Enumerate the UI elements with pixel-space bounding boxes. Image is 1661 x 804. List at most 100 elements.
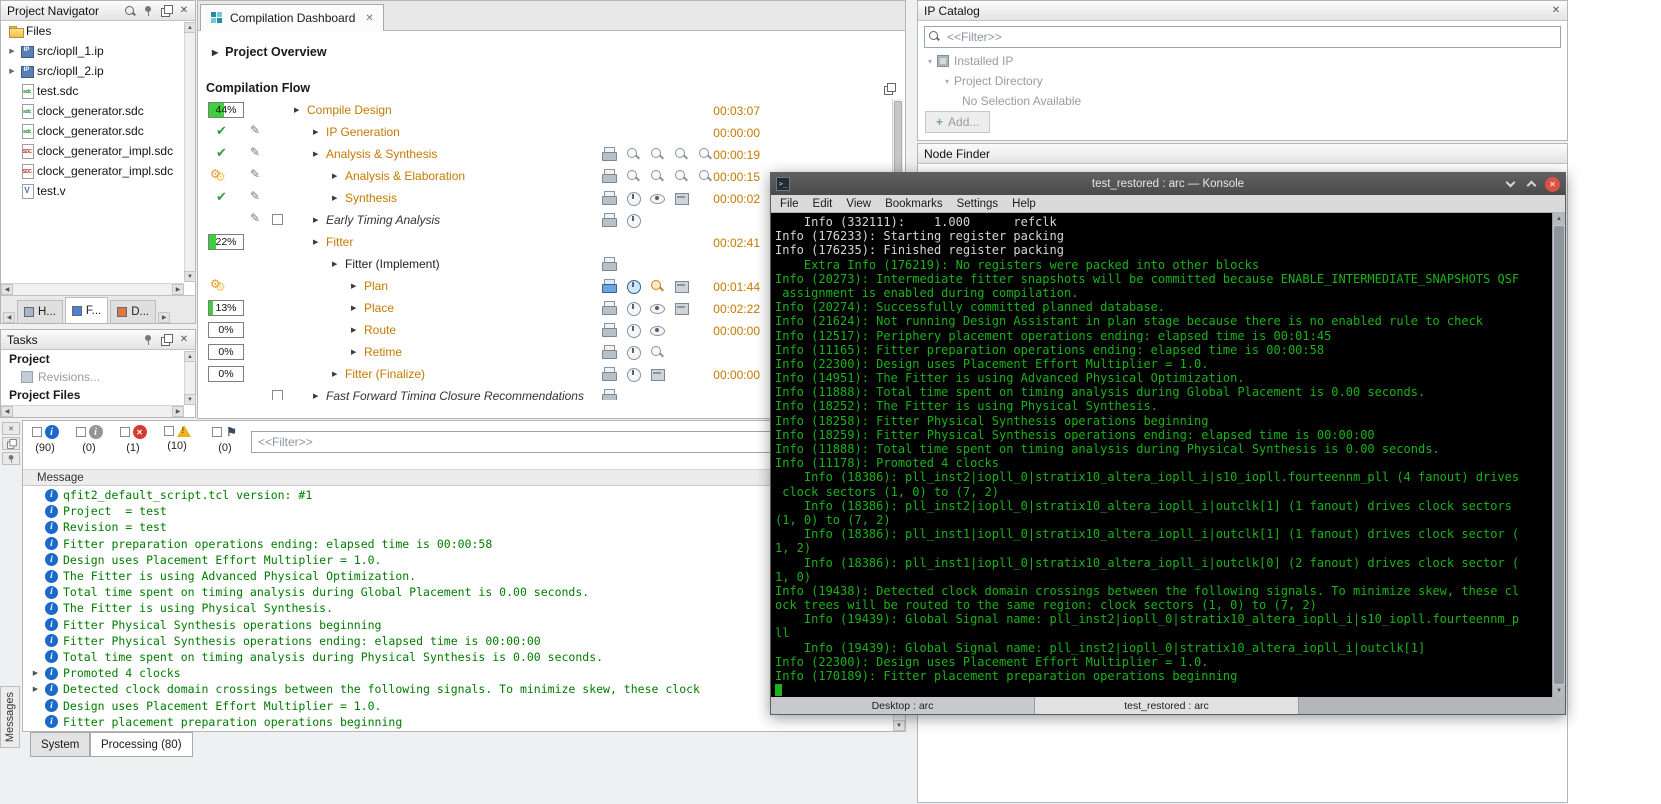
scroll-down-icon[interactable] xyxy=(184,394,196,405)
clock-icon[interactable] xyxy=(625,344,641,360)
flow-row[interactable]: Analysis & Synthesis00:00:19 xyxy=(198,143,890,165)
tree-hscrollbar[interactable] xyxy=(1,283,184,295)
maximize-icon[interactable] xyxy=(1524,177,1538,191)
menu-file[interactable]: File xyxy=(773,198,806,210)
float-icon[interactable] xyxy=(158,4,174,18)
edit-icon[interactable] xyxy=(250,145,260,159)
shade-icon[interactable] xyxy=(1503,177,1517,191)
printer-icon[interactable] xyxy=(601,322,617,338)
flow-row[interactable]: 44%Compile Design00:03:07 xyxy=(198,99,890,121)
expand-icon[interactable] xyxy=(928,57,932,66)
message-row[interactable]: Fitter Physical Synthesis operations beg… xyxy=(23,617,892,633)
zoom-icon[interactable] xyxy=(649,278,665,294)
pin-icon[interactable] xyxy=(140,4,156,18)
menu-edit[interactable]: Edit xyxy=(806,198,840,210)
search-icon[interactable] xyxy=(122,4,138,18)
expand-icon[interactable] xyxy=(351,282,356,290)
menu-help[interactable]: Help xyxy=(1005,198,1043,210)
expand-icon[interactable] xyxy=(313,150,318,158)
message-row[interactable]: Promoted 4 clocks xyxy=(23,665,892,681)
flow-row[interactable]: IP Generation00:00:00 xyxy=(198,121,890,143)
eye-icon[interactable] xyxy=(649,322,665,338)
extra-icon[interactable] xyxy=(89,425,103,439)
task-item[interactable]: Project xyxy=(1,350,195,368)
expand-icon[interactable] xyxy=(332,194,337,202)
edit-icon[interactable] xyxy=(250,189,260,203)
file-tree-item[interactable]: src/iopll_1.ip xyxy=(1,41,195,61)
tabs-scroll-right-icon[interactable] xyxy=(158,312,170,323)
menu-settings[interactable]: Settings xyxy=(950,198,1006,210)
expand-icon[interactable] xyxy=(313,238,318,246)
ip-tree-item[interactable]: Project Directory xyxy=(918,71,1567,91)
expand-icon[interactable] xyxy=(332,260,337,268)
printer-icon[interactable] xyxy=(601,168,617,184)
message-row[interactable]: qfit2_default_script.tcl version: #1 xyxy=(23,487,892,503)
expand-icon[interactable] xyxy=(294,106,299,114)
expand-icon[interactable] xyxy=(332,370,337,378)
message-row[interactable]: Project = test xyxy=(23,503,892,519)
scroll-left-icon[interactable] xyxy=(1,406,13,417)
scroll-down-icon[interactable] xyxy=(893,720,905,731)
ip-filter-input[interactable] xyxy=(924,26,1561,48)
info-icon[interactable] xyxy=(45,425,59,439)
printer-icon[interactable] xyxy=(601,300,617,316)
message-row[interactable]: Revision = test xyxy=(23,519,892,535)
file-tree-root[interactable]: Files xyxy=(1,21,195,41)
task-item[interactable]: Revisions... xyxy=(1,368,195,386)
zoom-icon[interactable] xyxy=(625,146,641,162)
navigator-tab[interactable]: D... xyxy=(110,300,156,323)
close-icon[interactable] xyxy=(365,13,373,24)
clock-icon[interactable] xyxy=(625,190,641,206)
file-tree-item[interactable]: clock_generator_impl.sdc xyxy=(1,161,195,181)
float-icon[interactable] xyxy=(2,437,20,450)
tree-vscrollbar[interactable] xyxy=(184,22,195,282)
expand-icon[interactable] xyxy=(7,47,17,55)
zoom-icon[interactable] xyxy=(673,168,689,184)
konsole-titlebar[interactable]: test_restored : arc — Konsole xyxy=(771,173,1565,195)
scroll-up-icon[interactable] xyxy=(184,351,196,362)
expand-icon[interactable] xyxy=(31,685,40,693)
clock-icon[interactable] xyxy=(625,366,641,382)
file-tree-item[interactable]: test.v xyxy=(1,181,195,201)
message-row[interactable]: Fitter placement preparation operations … xyxy=(23,714,892,730)
close-icon[interactable] xyxy=(2,422,20,435)
expand-icon[interactable] xyxy=(332,172,337,180)
error-icon[interactable] xyxy=(133,425,147,439)
archive-icon[interactable] xyxy=(673,300,689,316)
printer-icon[interactable] xyxy=(601,278,617,294)
file-tree-item[interactable]: clock_generator.sdc xyxy=(1,121,195,141)
message-row[interactable]: Total time spent on timing analysis duri… xyxy=(23,584,892,600)
konsole-session-tab[interactable]: Desktop : arc xyxy=(771,697,1035,714)
printer-icon[interactable] xyxy=(601,212,617,228)
message-row[interactable]: Design uses Placement Effort Multiplier … xyxy=(23,552,892,568)
expand-icon[interactable] xyxy=(351,326,356,334)
zoom-icon[interactable] xyxy=(649,344,665,360)
navigator-tab[interactable]: H... xyxy=(17,300,63,323)
messages-tab[interactable]: Processing (80) xyxy=(90,732,193,757)
scroll-up-icon[interactable] xyxy=(184,22,196,33)
zoom-icon[interactable] xyxy=(649,168,665,184)
close-icon[interactable] xyxy=(176,4,192,18)
eye-icon[interactable] xyxy=(649,190,665,206)
expand-icon[interactable] xyxy=(7,67,17,75)
error-checkbox[interactable] xyxy=(120,427,130,437)
printer-icon[interactable] xyxy=(601,366,617,382)
zoom-icon[interactable] xyxy=(625,168,641,184)
warning-icon[interactable] xyxy=(177,425,191,437)
printer-icon[interactable] xyxy=(601,256,617,272)
archive-icon[interactable] xyxy=(673,278,689,294)
enable-checkbox[interactable] xyxy=(272,390,283,400)
zoom-icon[interactable] xyxy=(649,146,665,162)
info-checkbox[interactable] xyxy=(32,427,42,437)
message-row[interactable]: Design uses Placement Effort Multiplier … xyxy=(23,697,892,713)
messages-vertical-tab[interactable]: Messages xyxy=(0,686,20,748)
expand-icon[interactable] xyxy=(313,216,318,224)
file-tree-item[interactable]: clock_generator_impl.sdc xyxy=(1,141,195,161)
expand-icon[interactable] xyxy=(945,77,949,86)
messages-tab[interactable]: System xyxy=(30,732,90,757)
printer-icon[interactable] xyxy=(601,146,617,162)
message-row[interactable]: The Fitter is using Physical Synthesis. xyxy=(23,600,892,616)
expand-icon[interactable] xyxy=(313,392,318,400)
konsole-session-tab[interactable]: test_restored : arc xyxy=(1035,697,1299,714)
printer-icon[interactable] xyxy=(601,388,617,400)
